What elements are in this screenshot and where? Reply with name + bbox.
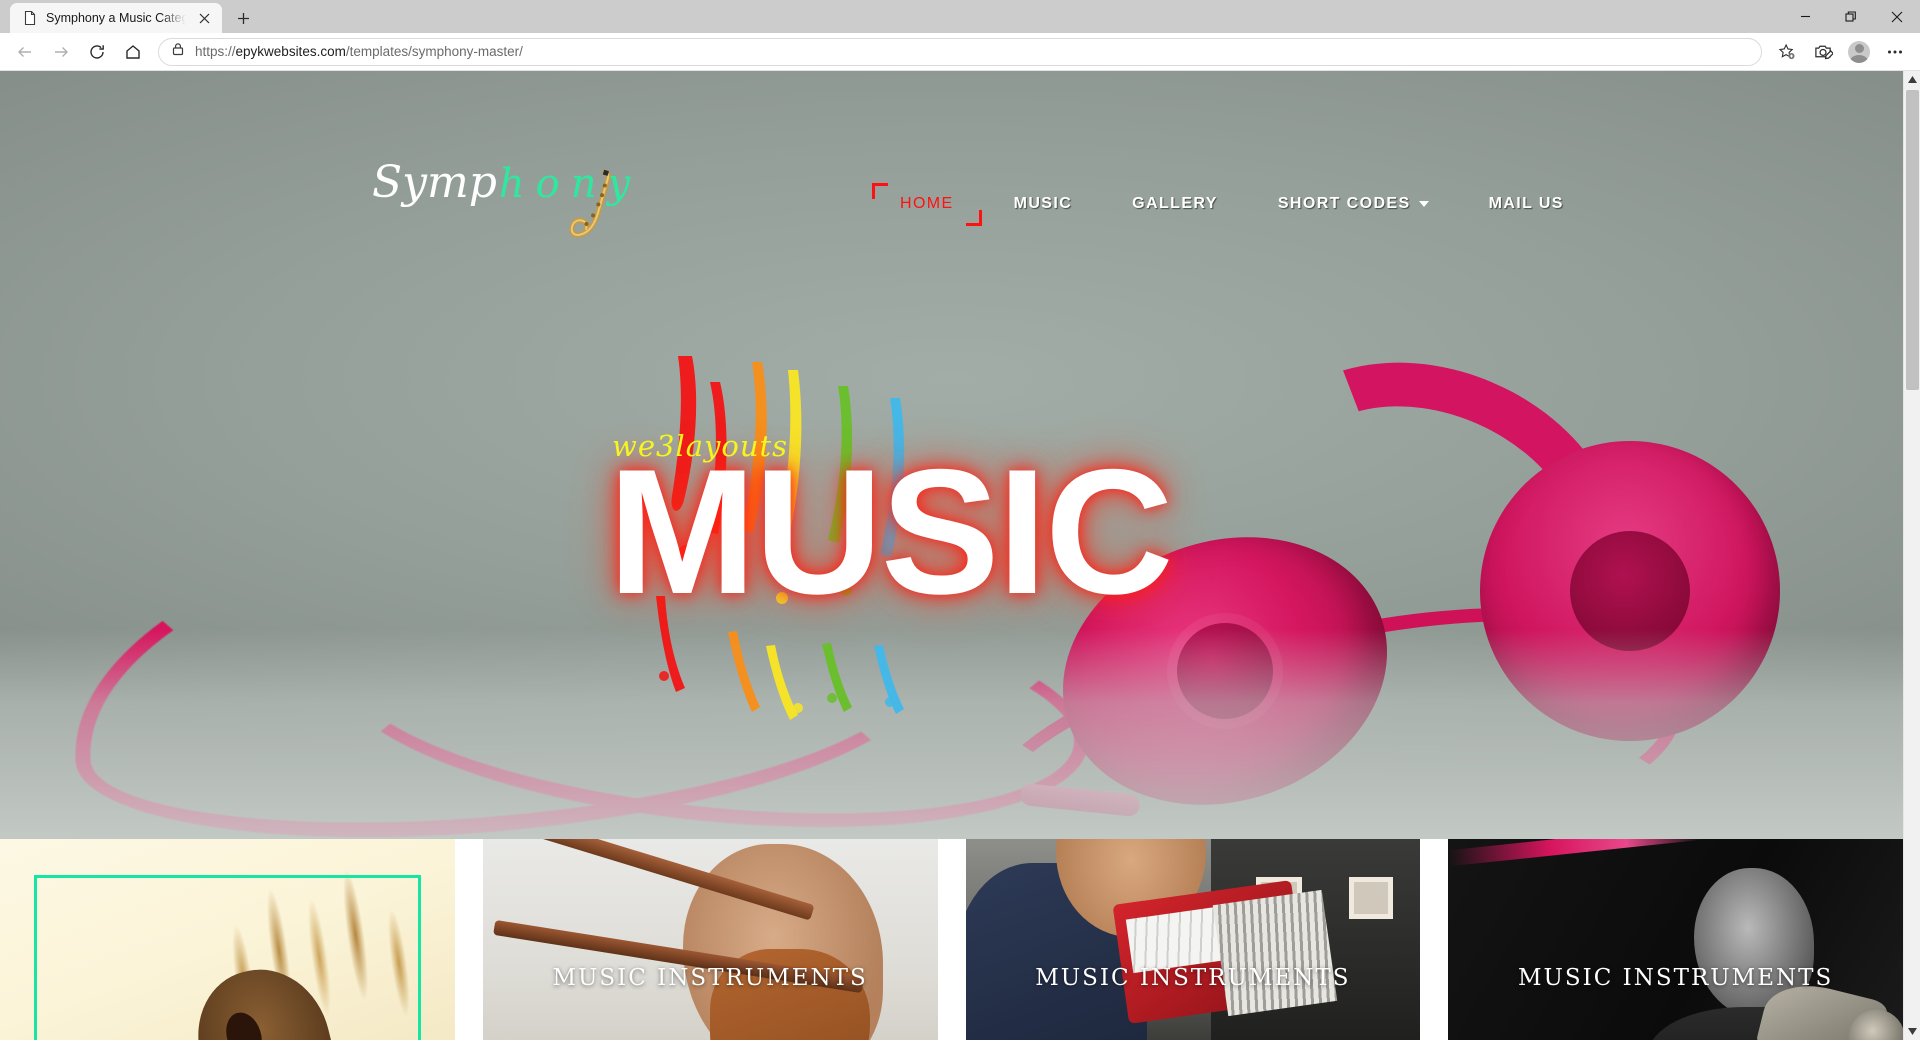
scroll-up-arrow-icon[interactable] (1904, 71, 1920, 88)
singer-screaming-artwork (0, 839, 455, 1040)
scroll-down-arrow-icon[interactable] (1904, 1023, 1920, 1040)
page-scrollbar[interactable] (1903, 71, 1920, 1040)
url-host: epykwebsites.com (235, 44, 346, 59)
nav-item-gallery[interactable]: GALLERY (1102, 189, 1248, 219)
hero-tagline: we3layouts (612, 429, 789, 463)
trumpet-player-artwork (1448, 839, 1903, 1040)
nav-label: HOME (900, 195, 954, 212)
home-icon[interactable] (116, 37, 150, 67)
nav-item-mail-us[interactable]: MAIL US (1459, 189, 1594, 219)
reload-icon[interactable] (80, 37, 114, 67)
close-icon[interactable] (194, 8, 214, 28)
logo-text-accent: hony (498, 161, 642, 207)
bagpipe-player-artwork (482, 839, 938, 1040)
url-scheme: https:// (195, 44, 236, 59)
new-tab-button[interactable] (228, 4, 258, 32)
accordion-player-artwork (965, 839, 1421, 1040)
picture-frame-2 (1348, 877, 1393, 920)
window-controls (1782, 0, 1920, 33)
add-favorite-star-icon[interactable] (1770, 37, 1804, 67)
site-header: Symphony HOME MUSIC GALLERY SHORT CODES … (0, 71, 1903, 261)
page-viewport: we3layouts MUSIC Symphony HOME MUSIC GAL… (0, 71, 1920, 1040)
category-cards: MUSIC INSTRUMENTS MUSIC INSTRUMENTS MUSI… (0, 839, 1903, 1040)
accordion-bellows (1212, 889, 1338, 1016)
nav-item-home[interactable]: HOME (870, 183, 984, 226)
nav-label: MUSIC (1013, 195, 1073, 212)
card-bagpipe[interactable]: MUSIC INSTRUMENTS (482, 839, 938, 1040)
floor-reflection (0, 629, 1903, 839)
hero-title: MUSIC (608, 432, 1174, 631)
pink-cable-overlap (1448, 839, 1704, 867)
back-arrow-icon[interactable] (8, 37, 42, 67)
scrollbar-thumb[interactable] (1906, 90, 1919, 390)
url-path: /templates/symphony-master/ (345, 44, 523, 59)
forward-arrow-icon[interactable] (44, 37, 78, 67)
url-text: https://epykwebsites.com/templates/symph… (195, 44, 523, 59)
web-page: we3layouts MUSIC Symphony HOME MUSIC GAL… (0, 71, 1903, 1040)
hero-section: we3layouts MUSIC Symphony HOME MUSIC GAL… (0, 71, 1903, 839)
browser-tab[interactable]: Symphony a Music Category Flat Bootstrap… (10, 3, 222, 33)
screenshot-pen-icon[interactable] (1806, 37, 1840, 67)
card-trumpet[interactable]: MUSIC INSTRUMENTS (1448, 839, 1903, 1040)
close-icon[interactable] (1874, 0, 1920, 33)
lock-icon (171, 42, 185, 61)
main-navigation: HOME MUSIC GALLERY SHORT CODES MAIL US (870, 183, 1594, 226)
card-accordion[interactable]: MUSIC INSTRUMENTS (965, 839, 1421, 1040)
nav-label: MAIL US (1488, 195, 1564, 212)
profile-avatar-icon[interactable] (1842, 37, 1876, 67)
tab-strip: Symphony a Music Category Flat Bootstrap… (0, 0, 1920, 33)
restore-icon[interactable] (1828, 0, 1874, 33)
avatar (1848, 40, 1870, 63)
minimize-icon[interactable] (1782, 0, 1828, 33)
more-options-icon[interactable] (1878, 37, 1912, 67)
chevron-down-icon (1418, 200, 1429, 207)
nav-label: SHORT CODES (1277, 195, 1411, 212)
nav-item-music[interactable]: MUSIC (984, 189, 1103, 219)
card-singer[interactable] (0, 839, 455, 1040)
nav-label: GALLERY (1132, 195, 1218, 212)
browser-toolbar: https://epykwebsites.com/templates/symph… (0, 33, 1920, 71)
browser-window: Symphony a Music Category Flat Bootstrap… (0, 0, 1920, 1040)
address-bar[interactable]: https://epykwebsites.com/templates/symph… (158, 37, 1762, 66)
logo-text-primary: Symp (372, 157, 497, 208)
page-icon (22, 10, 38, 26)
tab-title: Symphony a Music Category Flat Bootstrap… (46, 11, 186, 25)
nav-item-short-codes[interactable]: SHORT CODES (1248, 189, 1459, 219)
